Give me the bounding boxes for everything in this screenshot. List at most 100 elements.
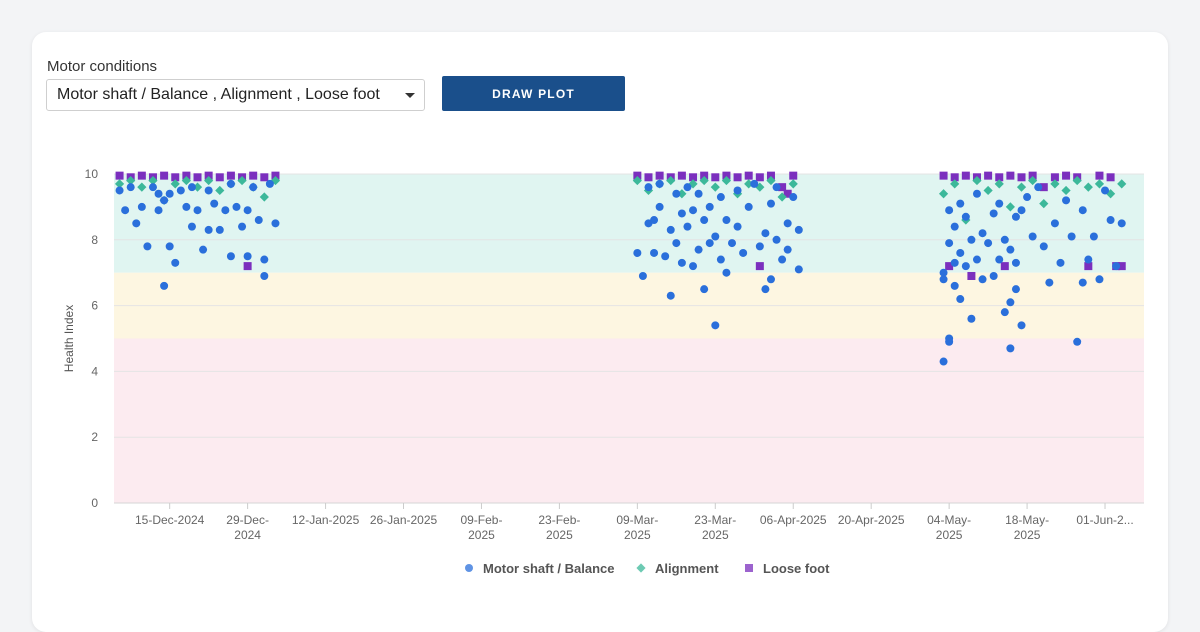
motor-shaft-balance-point bbox=[950, 281, 959, 290]
x-tick-label: 2025 bbox=[624, 528, 651, 542]
motor-shaft-balance-point bbox=[260, 255, 269, 264]
motor-shaft-balance-point bbox=[1039, 242, 1048, 251]
legend-label-loose-foot[interactable]: Loose foot bbox=[763, 561, 830, 576]
x-tick-label: 2025 bbox=[468, 528, 495, 542]
motor-shaft-balance-point bbox=[939, 357, 948, 366]
loose-foot-point bbox=[1006, 171, 1015, 180]
loose-foot-point bbox=[137, 171, 146, 180]
motor-shaft-balance-point bbox=[238, 222, 247, 231]
motor-shaft-balance-point bbox=[711, 321, 720, 330]
motor-shaft-balance-point bbox=[1089, 232, 1098, 241]
motor-shaft-balance-point bbox=[1034, 183, 1043, 192]
motor-shaft-balance-point bbox=[945, 206, 954, 215]
x-tick-label: 23-Feb- bbox=[538, 513, 580, 527]
motor-shaft-balance-point bbox=[989, 209, 998, 218]
motor-shaft-balance-point bbox=[733, 186, 742, 195]
motor-shaft-balance-point bbox=[794, 225, 803, 234]
loose-foot-point bbox=[226, 171, 235, 180]
motor-shaft-balance-point bbox=[967, 314, 976, 323]
loose-foot-point bbox=[260, 173, 269, 182]
motor-shaft-balance-point bbox=[694, 189, 703, 198]
x-tick-label: 2024 bbox=[234, 528, 261, 542]
motor-shaft-balance-point bbox=[672, 239, 681, 248]
x-tick-label: 2025 bbox=[936, 528, 963, 542]
loose-foot-point bbox=[789, 171, 798, 180]
motor-shaft-balance-point bbox=[783, 245, 792, 254]
y-tick-label: 8 bbox=[91, 233, 98, 247]
motor-shaft-balance-point bbox=[666, 291, 675, 300]
motor-shaft-balance-point bbox=[243, 252, 252, 261]
loose-foot-point bbox=[1095, 171, 1104, 180]
x-tick-label: 2025 bbox=[1014, 528, 1041, 542]
motor-shaft-balance-point bbox=[1062, 196, 1071, 205]
motor-shaft-balance-point bbox=[193, 206, 202, 215]
legend-motor-shaft-balance-icon bbox=[465, 564, 473, 572]
motor-shaft-balance-point bbox=[165, 189, 174, 198]
motor-shaft-balance-point bbox=[226, 179, 235, 188]
motor-shaft-balance-point bbox=[950, 258, 959, 267]
motor-shaft-balance-point bbox=[956, 248, 965, 257]
legend-label-alignment[interactable]: Alignment bbox=[655, 561, 719, 576]
motor-shaft-balance-point bbox=[655, 202, 664, 211]
motor-shaft-balance-point bbox=[677, 258, 686, 267]
motor-shaft-balance-point bbox=[154, 206, 163, 215]
motor-shaft-balance-point bbox=[165, 242, 174, 251]
motor-shaft-balance-point bbox=[1006, 245, 1015, 254]
motor-shaft-balance-point bbox=[204, 186, 213, 195]
motor-shaft-balance-point bbox=[132, 219, 141, 228]
motor-shaft-balance-point bbox=[989, 271, 998, 280]
motor-shaft-balance-point bbox=[655, 179, 664, 188]
motor-shaft-balance-point bbox=[1078, 278, 1087, 287]
motor-shaft-balance-point bbox=[1006, 344, 1015, 353]
x-tick-label: 29-Dec- bbox=[226, 513, 269, 527]
motor-shaft-balance-point bbox=[972, 255, 981, 264]
motor-shaft-balance-point bbox=[1000, 235, 1009, 244]
motor-shaft-balance-point bbox=[148, 183, 157, 192]
x-tick-label: 2025 bbox=[702, 528, 729, 542]
motor-shaft-balance-point bbox=[115, 186, 124, 195]
motor-shaft-balance-point bbox=[772, 235, 781, 244]
motor-shaft-balance-point bbox=[689, 262, 698, 271]
motor-shaft-balance-point bbox=[683, 183, 692, 192]
x-tick-label: 15-Dec-2024 bbox=[135, 513, 205, 527]
loose-foot-point bbox=[655, 171, 664, 180]
legend-label-motor-shaft-balance[interactable]: Motor shaft / Balance bbox=[483, 561, 614, 576]
y-tick-label: 0 bbox=[91, 496, 98, 510]
loose-foot-point bbox=[939, 171, 948, 180]
motor-shaft-balance-point bbox=[1011, 258, 1020, 267]
motor-shaft-balance-point bbox=[221, 206, 230, 215]
loose-foot-point bbox=[1017, 173, 1026, 182]
motor-shaft-balance-point bbox=[650, 248, 659, 257]
motor-shaft-balance-point bbox=[705, 239, 714, 248]
motor-shaft-balance-point bbox=[232, 202, 241, 211]
x-tick-label: 12-Jan-2025 bbox=[292, 513, 360, 527]
loose-foot-point bbox=[215, 173, 224, 182]
motor-shaft-balance-point bbox=[677, 209, 686, 218]
motor-shaft-balance-point bbox=[995, 199, 1004, 208]
motor-shaft-balance-point bbox=[271, 219, 280, 228]
motor-shaft-balance-point bbox=[984, 239, 993, 248]
motor-shaft-balance-point bbox=[950, 222, 959, 231]
x-tick-label: 18-May- bbox=[1005, 513, 1049, 527]
motor-shaft-balance-point bbox=[766, 199, 775, 208]
motor-shaft-balance-point bbox=[789, 193, 798, 202]
loose-foot-point bbox=[115, 171, 124, 180]
motor-shaft-balance-point bbox=[666, 225, 675, 234]
motor-shaft-balance-point bbox=[210, 199, 219, 208]
motor-shaft-balance-point bbox=[260, 271, 269, 280]
motor-shaft-balance-point bbox=[187, 222, 196, 231]
loose-foot-point bbox=[677, 171, 686, 180]
motor-shaft-balance-point bbox=[739, 248, 748, 257]
loose-foot-point bbox=[744, 171, 753, 180]
loose-foot-point bbox=[193, 173, 202, 182]
motor-shaft-balance-point bbox=[638, 271, 647, 280]
x-tick-label: 26-Jan-2025 bbox=[370, 513, 438, 527]
motor-shaft-balance-point bbox=[633, 248, 642, 257]
y-tick-label: 2 bbox=[91, 430, 98, 444]
motor-shaft-balance-point bbox=[650, 216, 659, 225]
y-tick-label: 4 bbox=[91, 364, 98, 378]
motor-shaft-balance-point bbox=[1067, 232, 1076, 241]
loose-foot-point bbox=[249, 171, 258, 180]
motor-shaft-balance-point bbox=[961, 212, 970, 221]
y-tick-label: 10 bbox=[85, 167, 99, 181]
